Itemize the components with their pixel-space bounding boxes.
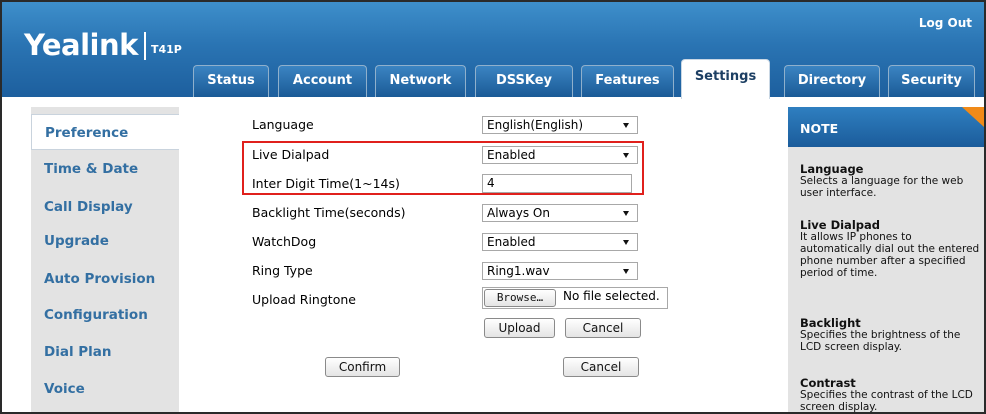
note-heading: Contrast (800, 376, 856, 390)
note-title: NOTE (800, 121, 839, 136)
web-ui-frame: Yealink T41P Log Out Status Account Netw… (0, 0, 986, 414)
sidebar-item-auto-provision[interactable]: Auto Provision (31, 261, 179, 297)
sidebar-item-dial-plan[interactable]: Dial Plan (31, 334, 179, 370)
chevron-down-icon (623, 269, 629, 274)
sidebar-item-voice[interactable]: Voice (31, 371, 179, 407)
tab-account[interactable]: Account (278, 65, 367, 97)
note-text: Specifies the brightness of the LCD scre… (800, 329, 961, 353)
ring-type-value: Ring1.wav (487, 264, 550, 278)
chevron-down-icon (623, 240, 629, 245)
tab-status[interactable]: Status (193, 65, 269, 97)
ring-type-label: Ring Type (252, 263, 313, 278)
chevron-down-icon (623, 211, 629, 216)
tab-features[interactable]: Features (581, 65, 674, 97)
sidebar-item-time-date[interactable]: Time & Date (31, 151, 179, 187)
watchdog-select[interactable]: Enabled (482, 233, 638, 251)
live-dialpad-select[interactable]: Enabled (482, 146, 638, 164)
backlight-value: Always On (487, 206, 550, 220)
sidebar-item-call-display[interactable]: Call Display (31, 189, 179, 225)
cancel-button[interactable]: Cancel (563, 357, 639, 377)
live-dialpad-value: Enabled (487, 148, 536, 162)
note-panel: NOTE Language Selects a language for the… (788, 107, 984, 413)
file-status-text: No file selected. (563, 289, 660, 303)
tab-settings[interactable]: Settings (681, 59, 770, 99)
language-value: English(English) (487, 118, 584, 132)
corner-fold-icon (962, 107, 984, 127)
live-dialpad-label: Live Dialpad (252, 147, 330, 162)
sidebar-item-preference[interactable]: Preference (31, 114, 179, 150)
note-text: Selects a language for the web user inte… (800, 175, 964, 199)
tab-security[interactable]: Security (888, 65, 975, 97)
chevron-down-icon (623, 123, 629, 128)
upload-button[interactable]: Upload (484, 318, 555, 338)
sidebar-item-upgrade[interactable]: Upgrade (31, 223, 179, 259)
watchdog-label: WatchDog (252, 234, 317, 249)
inter-digit-input[interactable]: 4 (482, 174, 632, 193)
note-heading: Live Dialpad (800, 218, 880, 232)
tab-dsskey[interactable]: DSSKey (475, 65, 573, 97)
backlight-label: Backlight Time(seconds) (252, 205, 406, 220)
model-label: T41P (151, 43, 182, 56)
note-text: It allows IP phones to automatically dia… (800, 231, 980, 279)
chevron-down-icon (623, 153, 629, 158)
watchdog-value: Enabled (487, 235, 536, 249)
logo-divider (144, 32, 146, 60)
ring-type-select[interactable]: Ring1.wav (482, 262, 638, 280)
upload-ringtone-label: Upload Ringtone (252, 292, 356, 307)
sidebar: Preference Time & Date Call Display Upgr… (31, 107, 179, 412)
logout-link[interactable]: Log Out (919, 16, 972, 30)
upload-cancel-button[interactable]: Cancel (565, 318, 641, 338)
note-text: Specifies the contrast of the LCD screen… (800, 389, 973, 413)
inter-digit-label: Inter Digit Time(1~14s) (252, 176, 400, 191)
tab-network[interactable]: Network (375, 65, 466, 97)
sidebar-item-configuration[interactable]: Configuration (31, 297, 179, 333)
browse-button[interactable]: Browse… (484, 289, 556, 307)
note-heading: Language (800, 162, 864, 176)
note-heading: Backlight (800, 316, 861, 330)
language-select[interactable]: English(English) (482, 116, 638, 134)
backlight-select[interactable]: Always On (482, 204, 638, 222)
note-header: NOTE (788, 107, 984, 147)
confirm-button[interactable]: Confirm (325, 357, 400, 377)
tab-directory[interactable]: Directory (784, 65, 880, 97)
header-bar: Yealink T41P Log Out Status Account Netw… (2, 2, 984, 99)
brand-logo: Yealink (24, 28, 138, 62)
language-label: Language (252, 117, 314, 132)
